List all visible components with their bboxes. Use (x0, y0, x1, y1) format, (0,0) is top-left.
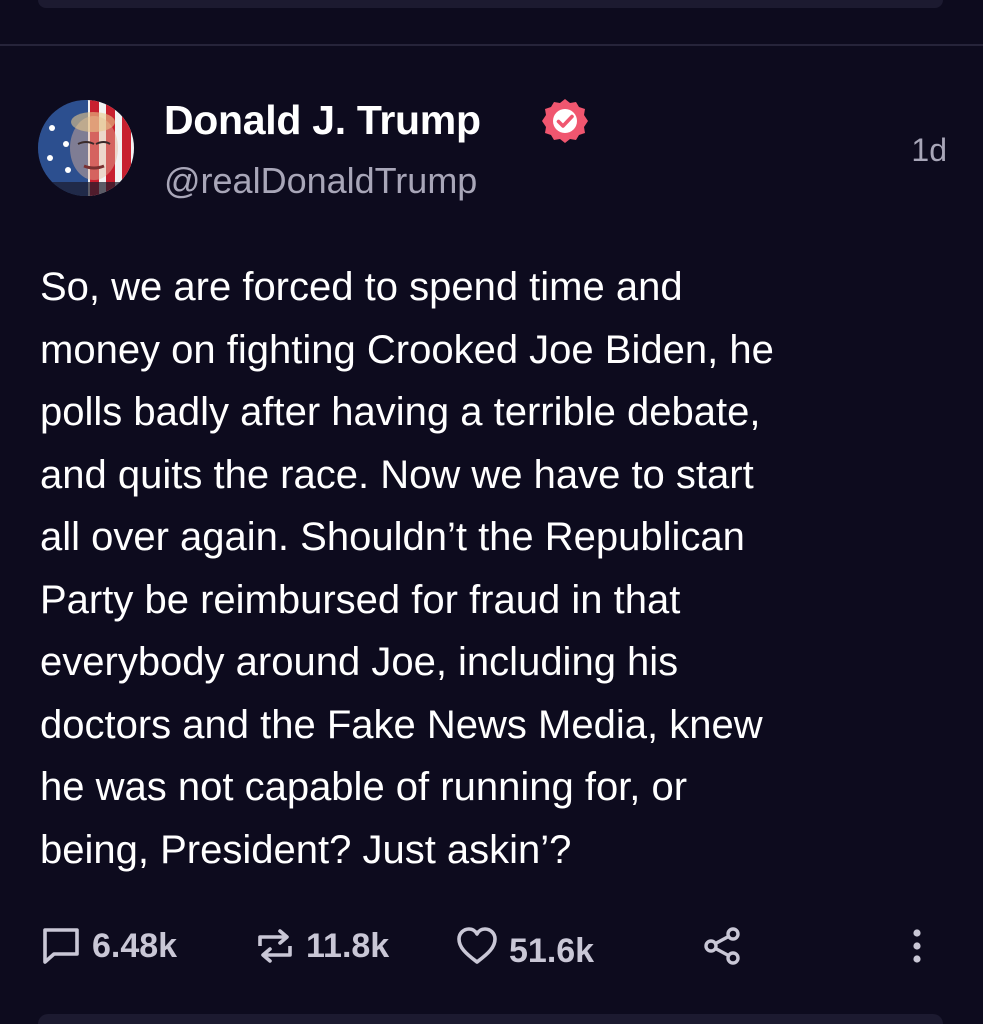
like-count: 51.6k (509, 932, 595, 970)
comment-icon (43, 928, 79, 964)
next-card-edge (38, 1014, 943, 1024)
repost-button[interactable]: 11.8k (254, 921, 389, 971)
post-text: So, we are forced to spend time and mone… (40, 265, 774, 872)
heart-icon (457, 927, 497, 964)
previous-post-area (0, 0, 983, 44)
previous-card-edge (38, 0, 943, 8)
like-button[interactable]: 51.6k (455, 921, 594, 971)
more-options-button[interactable] (906, 921, 928, 971)
more-vertical-icon (913, 929, 921, 963)
author-name[interactable]: Donald J. Trump (164, 98, 481, 142)
reply-button[interactable]: 6.48k (40, 921, 177, 971)
repost-count: 11.8k (306, 927, 390, 965)
post-timestamp[interactable]: 1d (911, 132, 947, 168)
post-actions: 6.48k 11.8k 51.6k (0, 921, 983, 971)
repost-icon (258, 929, 292, 963)
avatar[interactable] (38, 100, 134, 196)
post[interactable]: Donald J. Trump @realDonaldTrump 1d So, … (0, 46, 983, 1012)
verified-badge-icon (542, 99, 588, 143)
share-icon (704, 927, 740, 965)
avatar-image (38, 100, 134, 196)
reply-count: 6.48k (92, 927, 178, 965)
share-button[interactable] (700, 921, 744, 971)
author-handle[interactable]: @realDonaldTrump (164, 160, 477, 202)
